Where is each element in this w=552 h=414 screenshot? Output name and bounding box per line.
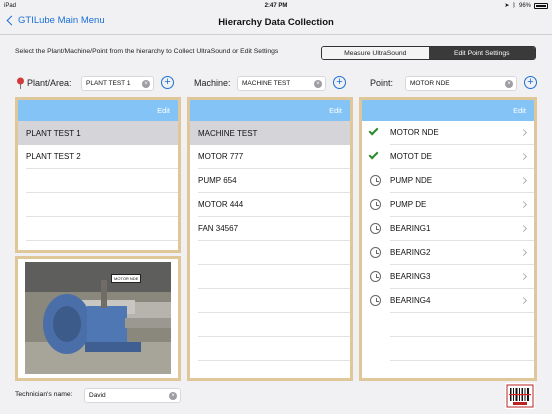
checkmark-icon (368, 125, 379, 136)
point-item-label: BEARING1 (390, 224, 431, 233)
page-title: Hierarchy Data Collection (218, 17, 334, 28)
barcode-scan-icon[interactable] (505, 383, 535, 409)
empty-row (198, 313, 350, 337)
chevron-right-icon (519, 152, 528, 161)
empty-row (198, 337, 350, 361)
point-item-label: MOTOR NDE (390, 128, 439, 137)
plant-panel-header: Edit (18, 100, 178, 121)
list-item[interactable]: PLANT TEST 2 (26, 145, 178, 169)
add-machine-button[interactable]: + (333, 76, 346, 89)
add-plant-button[interactable]: + (161, 76, 174, 89)
machine-photo-image (25, 262, 171, 374)
checkmark-icon (368, 149, 379, 160)
point-item-label: BEARING2 (390, 248, 431, 257)
empty-row (26, 169, 178, 193)
plant-search-field[interactable]: × (81, 76, 154, 91)
empty-row (26, 217, 178, 241)
point-list-item[interactable]: BEARING3 (370, 265, 534, 289)
point-photo[interactable]: MOTOR NDE (25, 262, 171, 374)
list-item[interactable]: MACHINE TEST (190, 121, 350, 145)
point-list-item[interactable]: PUMP NDE (370, 169, 534, 193)
clear-icon[interactable]: × (505, 80, 513, 88)
point-item-label: PUMP DE (390, 200, 427, 209)
empty-row (198, 289, 350, 313)
machine-panel-header: Edit (190, 100, 350, 121)
point-search-field[interactable]: × (405, 76, 517, 91)
point-list-item[interactable]: PUMP DE (370, 193, 534, 217)
point-label: Point: (370, 78, 394, 88)
plant-area-label: Plant/Area: (27, 78, 72, 88)
point-edit-button[interactable]: Edit (513, 106, 526, 115)
chevron-right-icon (519, 248, 528, 257)
point-item-label: BEARING4 (390, 296, 431, 305)
empty-row (390, 313, 534, 337)
point-item-label: PUMP NDE (390, 176, 433, 185)
chevron-right-icon (519, 296, 528, 305)
empty-row (198, 265, 350, 289)
map-pin-icon (17, 77, 24, 89)
machine-search-field[interactable]: × (237, 76, 326, 91)
point-list-item[interactable]: BEARING2 (370, 241, 534, 265)
machine-label: Machine: (194, 78, 231, 88)
point-item-label: MOTOT DE (390, 152, 432, 161)
chevron-right-icon (519, 128, 528, 137)
mode-segmented-control: Measure UltraSound Edit Point Settings (321, 46, 536, 60)
clock-icon (370, 223, 381, 234)
clear-icon[interactable]: × (314, 80, 322, 88)
navigation-bar: GTILube Main Menu Hierarchy Data Collect… (0, 11, 552, 35)
list-item[interactable]: PUMP 654 (198, 169, 350, 193)
chevron-right-icon (519, 200, 528, 209)
empty-row (390, 337, 534, 361)
point-list: MOTOR NDE MOTOT DE PUMP NDE PUMP DE BEARING1… (362, 121, 534, 361)
list-item[interactable]: PLANT TEST 1 (18, 121, 178, 145)
clock-icon (370, 271, 381, 282)
list-item[interactable]: MOTOR 777 (198, 145, 350, 169)
point-list-item[interactable]: BEARING4 (370, 289, 534, 313)
technician-field[interactable]: × (84, 388, 181, 403)
battery-icon (534, 2, 548, 9)
empty-row (26, 193, 178, 217)
plant-panel: Edit PLANT TEST 1 PLANT TEST 2 (15, 97, 181, 253)
point-list-item[interactable]: MOTOT DE (368, 145, 534, 169)
segment-edit-point-settings[interactable]: Edit Point Settings (428, 47, 535, 59)
clear-icon[interactable]: × (142, 80, 150, 88)
machine-panel: Edit MACHINE TEST MOTOR 777 PUMP 654 MOT… (187, 97, 353, 381)
clear-icon[interactable]: × (169, 392, 177, 400)
machine-search-input[interactable] (242, 80, 313, 87)
machine-edit-button[interactable]: Edit (329, 106, 342, 115)
status-time: 2:47 PM (264, 2, 288, 9)
segment-measure-ultrasound[interactable]: Measure UltraSound (322, 47, 429, 59)
point-panel: Edit MOTOR NDE MOTOT DE PUMP NDE PUMP DE BEA… (359, 97, 537, 381)
clock-icon (370, 247, 381, 258)
chevron-right-icon (519, 224, 528, 233)
plant-search-input[interactable] (86, 80, 143, 87)
point-panel-header: Edit (362, 100, 534, 121)
point-list-item[interactable]: BEARING1 (370, 217, 534, 241)
clock-icon (370, 295, 381, 306)
clock-icon (370, 175, 381, 186)
photo-point-tag: MOTOR NDE (111, 274, 142, 283)
status-bar: iPad 2:47 PM ➤ ᛒ 96% (0, 0, 552, 11)
technician-label: Technician's name: (15, 391, 73, 398)
technician-name-input[interactable] (89, 392, 167, 399)
add-point-button[interactable]: + (524, 76, 537, 89)
point-photo-frame: MOTOR NDE (15, 256, 181, 381)
point-item-label: BEARING3 (390, 272, 431, 281)
point-list-item[interactable]: MOTOR NDE (368, 121, 534, 145)
instruction-text: Select the Plant/Machine/Point from the … (15, 48, 279, 55)
chevron-right-icon (519, 176, 528, 185)
list-item[interactable]: MOTOR 444 (198, 193, 350, 217)
point-search-input[interactable] (410, 80, 501, 87)
list-item[interactable]: FAN 34567 (198, 217, 350, 241)
chevron-right-icon (519, 272, 528, 281)
empty-row (198, 241, 350, 265)
clock-icon (370, 199, 381, 210)
plant-edit-button[interactable]: Edit (157, 106, 170, 115)
